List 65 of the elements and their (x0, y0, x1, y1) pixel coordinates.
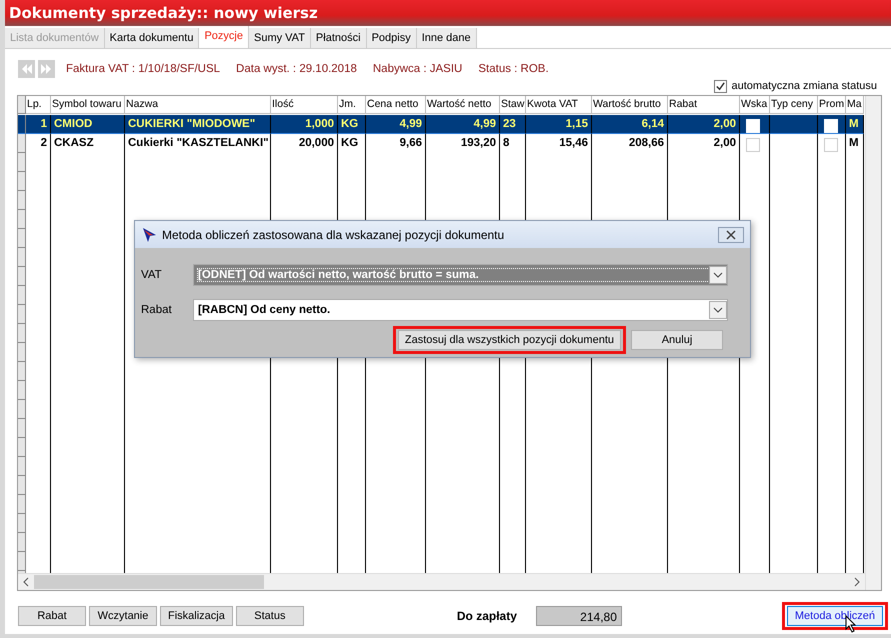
column-header[interactable]: Nazwa (125, 96, 271, 114)
field-label: Rabat (141, 304, 173, 316)
total-field: 214,80 (536, 606, 622, 626)
checkbox[interactable] (714, 80, 728, 92)
column-header[interactable]: Wska (740, 96, 770, 114)
table-cell: CUKIERKI "MIODOWE" (125, 115, 271, 134)
tab[interactable]: Płatności (310, 28, 367, 48)
column-header[interactable]: Staw (500, 96, 526, 114)
column-header[interactable]: Jm. (338, 96, 366, 114)
column-header[interactable]: Ilość (271, 96, 338, 114)
document-info: Faktura VAT : 1/10/18/SF/USL (66, 63, 220, 75)
table-checkbox[interactable] (746, 138, 760, 152)
dropdown-field[interactable]: [RABCN] Od ceny netto. (193, 299, 728, 321)
column-header[interactable]: Cena netto (366, 96, 426, 114)
row-selector[interactable] (18, 134, 26, 153)
column-header[interactable]: Prom (818, 96, 846, 114)
column-header[interactable]: Symbol towaru (51, 96, 125, 114)
toolbar-button[interactable]: Status (236, 606, 304, 626)
column-header[interactable]: Rabat (668, 96, 740, 114)
method-button[interactable]: Metoda obliczeń (786, 606, 883, 626)
tab[interactable]: Inne dane (416, 28, 477, 48)
field-label: VAT (141, 269, 163, 281)
table-cell: 4,99 (426, 115, 500, 134)
dialog-button[interactable]: Zastosuj dla wszystkich pozycji dokumentu (398, 330, 621, 350)
table-cell: 1,15 (526, 115, 592, 134)
dialog-button[interactable]: Anuluj (631, 330, 723, 350)
window-title: Dokumenty sprzedaży:: nowy wiersz (5, 0, 891, 26)
document-info: Data wyst. : 29.10.2018 (236, 63, 357, 75)
caret-icon (709, 301, 727, 319)
header-corner (18, 96, 26, 114)
document-info: Nabywca : JASIU (372, 63, 462, 75)
toolbar-button[interactable]: Fiskalizacja (160, 606, 233, 626)
table-cell: M (846, 115, 864, 134)
toolbar-button[interactable]: Wczytanie (89, 606, 157, 626)
table-cell: 4,99 (366, 115, 426, 134)
table-cell: 23 (500, 115, 526, 134)
table-cell: 6,14 (592, 115, 668, 134)
column-header[interactable]: Typ ceny (770, 96, 818, 114)
total-label: Do zapłaty (456, 609, 517, 623)
tab[interactable]: Karta dokumentu (104, 28, 200, 48)
column-header[interactable]: Kwota VAT (526, 96, 592, 114)
horizontal-scrollbar[interactable] (18, 573, 865, 590)
dialog-title: Metoda obliczeń zastosowana dla wskazanej pozycji dokumentu (162, 228, 504, 242)
table-cell: 2,00 (668, 115, 740, 134)
table-checkbox[interactable] (824, 138, 838, 152)
column-header[interactable]: Wartość netto (426, 96, 500, 114)
table-cell: 1,000 (271, 115, 338, 134)
checkbox-label: automatyczna zmiana statusu (731, 80, 877, 92)
tab[interactable]: Podpisy (366, 28, 417, 48)
dropdown-field[interactable]: [ODNET] Od wartości netto, wartość brutto = suma. (193, 264, 728, 286)
arrow-pointer-icon (141, 226, 157, 242)
column-header[interactable]: Ma (846, 96, 864, 114)
row-selector[interactable] (18, 115, 26, 134)
close-icon[interactable] (718, 226, 744, 242)
column-header[interactable]: Wartość brutto (592, 96, 668, 114)
vertical-scrollbar[interactable] (865, 96, 881, 590)
tab[interactable]: Sumy VAT (248, 28, 311, 48)
table-cell: CMIOD (51, 115, 125, 134)
caret-icon (709, 266, 727, 284)
navigation-arrows-icon[interactable] (18, 60, 56, 78)
table-cell: KG (338, 115, 366, 134)
toolbar-button[interactable]: Rabat (18, 606, 86, 626)
column-header[interactable]: Lp. (26, 96, 51, 114)
table-cell: 1 (26, 115, 51, 134)
document-info: Status : ROB. (478, 63, 549, 75)
